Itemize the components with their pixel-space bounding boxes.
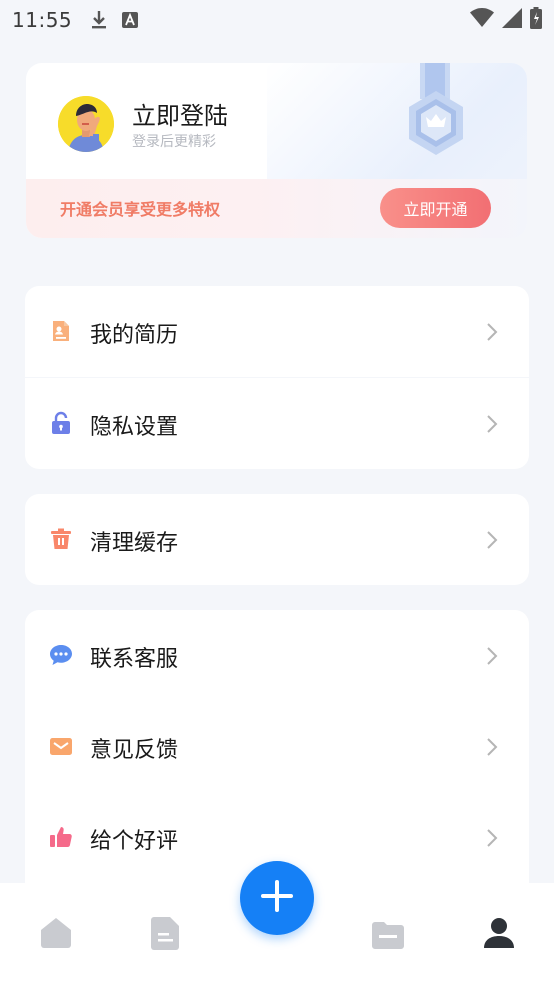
document-icon[interactable] bbox=[146, 913, 186, 953]
vip-promo-text: 开通会员享受更多特权 bbox=[60, 200, 221, 219]
menu-label-feedback: 意见反馈 bbox=[90, 738, 179, 763]
font-icon bbox=[122, 12, 139, 28]
status-time: 11:55 bbox=[12, 8, 73, 32]
download-icon bbox=[90, 10, 108, 30]
login-title[interactable]: 立即登陆 bbox=[132, 96, 228, 131]
menu-item-feedback[interactable]: 意见反馈 bbox=[25, 701, 529, 792]
menu-item-privacy[interactable]: 隐私设置 bbox=[25, 378, 529, 469]
wifi-icon bbox=[470, 8, 494, 32]
status-bar: 11:55 bbox=[0, 0, 554, 40]
menu-label-resume: 我的简历 bbox=[90, 323, 179, 348]
menu-card-cache: 清理缓存 bbox=[25, 494, 529, 585]
menu-card-support: 联系客服 意见反馈 给个好评 bbox=[25, 610, 529, 900]
menu-label-cache: 清理缓存 bbox=[90, 531, 179, 556]
chevron-right-icon bbox=[485, 645, 499, 667]
lock-icon bbox=[49, 411, 73, 435]
battery-icon bbox=[530, 7, 542, 33]
chat-icon bbox=[49, 643, 73, 667]
profile-icon[interactable] bbox=[479, 913, 519, 953]
chevron-right-icon bbox=[485, 529, 499, 551]
menu-label-privacy: 隐私设置 bbox=[90, 415, 179, 440]
resume-icon bbox=[49, 319, 73, 343]
medal-icon bbox=[401, 63, 471, 159]
home-icon[interactable] bbox=[36, 913, 76, 953]
menu-label-rate: 给个好评 bbox=[90, 829, 179, 854]
mail-icon bbox=[49, 734, 73, 758]
folder-icon[interactable] bbox=[368, 913, 408, 953]
menu-item-cache[interactable]: 清理缓存 bbox=[25, 494, 529, 585]
trash-icon bbox=[49, 527, 73, 551]
menu-item-service[interactable]: 联系客服 bbox=[25, 610, 529, 701]
add-button[interactable] bbox=[240, 861, 314, 935]
avatar[interactable] bbox=[58, 96, 114, 152]
menu-item-resume[interactable]: 我的简历 bbox=[25, 286, 529, 377]
chevron-right-icon bbox=[485, 413, 499, 435]
thumbs-up-icon bbox=[49, 825, 73, 849]
menu-card-account: 我的简历 隐私设置 bbox=[25, 286, 529, 469]
chevron-right-icon bbox=[485, 827, 499, 849]
login-subtitle: 登录后更精彩 bbox=[132, 134, 216, 150]
vip-open-button[interactable]: 立即开通 bbox=[380, 188, 491, 228]
chevron-right-icon bbox=[485, 321, 499, 343]
menu-label-service: 联系客服 bbox=[90, 647, 179, 672]
signal-icon bbox=[502, 8, 522, 32]
add-icon bbox=[259, 878, 295, 918]
chevron-right-icon bbox=[485, 736, 499, 758]
profile-card[interactable]: 立即登陆 登录后更精彩 开通会员享受更多特权 立即开通 bbox=[26, 63, 527, 238]
